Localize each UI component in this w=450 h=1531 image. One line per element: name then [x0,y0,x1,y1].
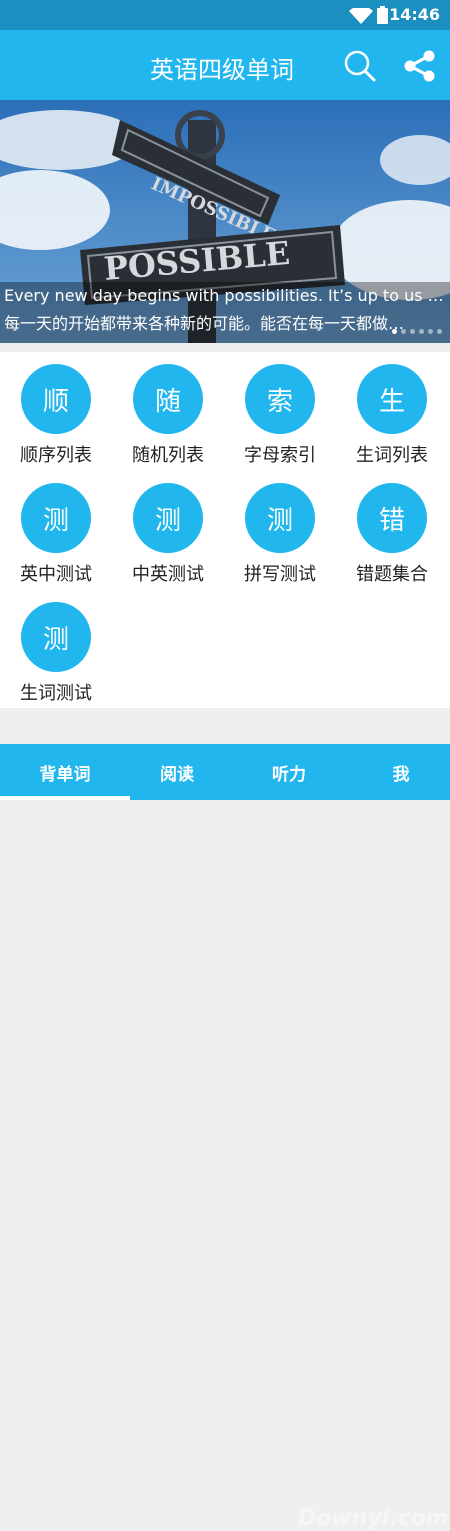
menu-item[interactable]: 测中英测试 [112,471,224,589]
menu-item-label: 生词测试 [20,683,92,704]
menu-item[interactable]: 生生词列表 [336,352,448,470]
menu-item-icon: 测 [133,483,203,553]
status-time: 14:46 [389,5,440,24]
banner-caption: Every new day begins with possibilities.… [0,282,450,343]
menu-item-label: 生词列表 [356,445,428,466]
carousel-dot [392,329,397,334]
watermark: Downyi.com [298,1506,449,1531]
menu-item-icon: 测 [21,602,91,672]
menu-item-label: 英中测试 [20,564,92,585]
menu-item[interactable]: 随随机列表 [112,352,224,470]
battery-icon [377,6,388,24]
menu-item-label: 中英测试 [132,564,204,585]
tab-item[interactable]: 我 [345,744,450,800]
carousel-dot [410,329,415,334]
menu-item[interactable]: 测英中测试 [0,471,112,589]
tab-item[interactable]: 听力 [233,744,345,800]
menu-item-icon: 随 [133,364,203,434]
menu-item[interactable]: 索字母索引 [224,352,336,470]
status-bar: 14:46 [0,0,450,30]
carousel-dot [437,329,442,334]
bottom-nav: 背单词 阅读 听力我 Downyi.com [0,744,450,1531]
menu-item-icon: 索 [245,364,315,434]
menu-item-icon: 生 [357,364,427,434]
page-title: 英语四级单词 [150,56,294,84]
menu-item-icon: 测 [21,483,91,553]
menu-item-label: 拼写测试 [244,564,316,585]
menu-item-icon: 顺 [21,364,91,434]
menu-item-label: 随机列表 [132,445,204,466]
app-bar: 英语四级单词 [0,30,450,100]
caption-english: Every new day begins with possibilities.… [4,286,446,305]
menu-item-label: 错题集合 [356,564,428,585]
menu-item[interactable]: 测生词测试 [0,590,112,708]
tab-item[interactable]: 背单词 [9,744,121,800]
carousel-indicator [392,329,442,334]
menu-item[interactable]: 错错题集合 [336,471,448,589]
menu-item-icon: 测 [245,483,315,553]
wifi-icon [349,8,373,24]
search-icon [344,50,376,82]
share-button[interactable] [400,46,440,86]
carousel-dot [419,329,424,334]
banner-carousel[interactable]: IMPOSSIBLE POSSIBLE Every new day begins… [0,100,450,343]
menu-item-label: 顺序列表 [20,445,92,466]
share-icon [404,50,435,82]
carousel-dot [428,329,433,334]
menu-item-label: 字母索引 [244,445,316,466]
menu-item[interactable]: 顺顺序列表 [0,352,112,470]
search-button[interactable] [340,46,380,86]
menu-grid: 顺顺序列表随随机列表索字母索引生生词列表测英中测试测中英测试测拼写测试错错题集合… [0,352,450,708]
caption-chinese: 每一天的开始都带来各种新的可能。能否在每一天都做… [4,314,405,333]
menu-item[interactable]: 测拼写测试 [224,471,336,589]
carousel-dot [401,329,406,334]
tab-item[interactable]: 阅读 [121,744,233,800]
menu-item-icon: 错 [357,483,427,553]
